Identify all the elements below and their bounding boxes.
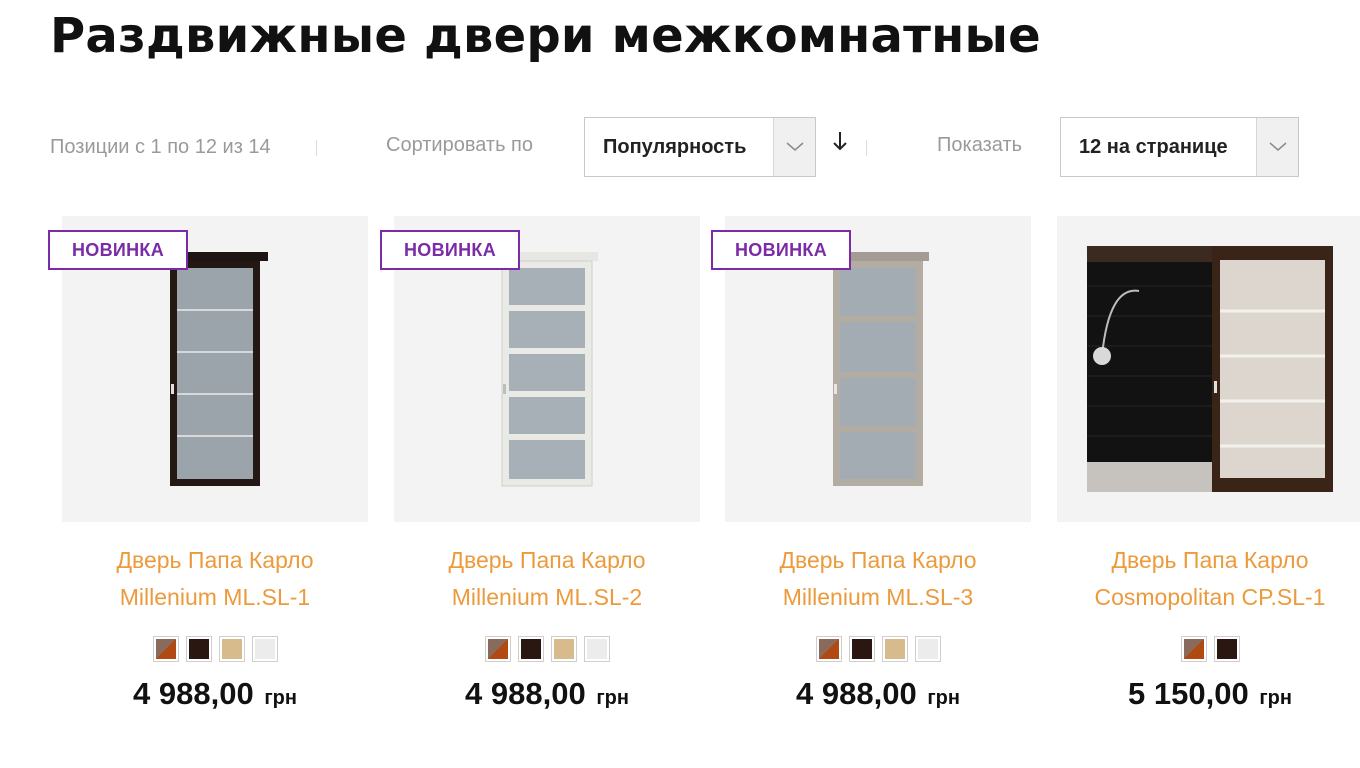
- product-name-line1[interactable]: Дверь Папа Карло: [116, 547, 313, 573]
- color-swatches: [725, 636, 1031, 662]
- product-name-line1[interactable]: Дверь Папа Карло: [1111, 547, 1308, 573]
- product-name-line2[interactable]: Millenium ML.SL-2: [452, 584, 642, 610]
- product-name[interactable]: Дверь Папа Карло Millenium ML.SL-3: [725, 542, 1031, 616]
- new-badge: НОВИНКА: [711, 230, 852, 270]
- sort-select-value: Популярность: [603, 135, 747, 158]
- swatch-white[interactable]: [583, 636, 610, 662]
- swatch-wenge[interactable]: [517, 636, 544, 662]
- color-swatches: [62, 636, 368, 662]
- divider: [316, 140, 317, 156]
- chevron-down-icon[interactable]: [1256, 118, 1298, 176]
- price-currency: грн: [264, 687, 297, 709]
- sort-select[interactable]: Популярность: [584, 117, 816, 177]
- price-value: 4 988,00: [133, 676, 254, 711]
- product-name-line1[interactable]: Дверь Папа Карло: [779, 547, 976, 573]
- new-badge: НОВИНКА: [48, 230, 189, 270]
- swatch-white[interactable]: [251, 636, 278, 662]
- product-name[interactable]: Дверь Папа Карло Millenium ML.SL-2: [394, 542, 700, 616]
- swatch-oak[interactable]: [881, 636, 908, 662]
- price-value: 5 150,00: [1128, 676, 1249, 711]
- new-badge: НОВИНКА: [380, 230, 521, 270]
- swatch-oak[interactable]: [550, 636, 577, 662]
- limit-select-value: 12 на странице: [1079, 135, 1228, 158]
- product-name[interactable]: Дверь Папа Карло Cosmopolitan CP.SL-1: [1057, 542, 1360, 616]
- swatch-walnut[interactable]: [815, 636, 842, 662]
- price-currency: грн: [927, 687, 960, 709]
- product-price: 4 988,00 грн: [394, 676, 700, 712]
- price-currency: грн: [1259, 687, 1292, 709]
- product-name-line2[interactable]: Millenium ML.SL-3: [783, 584, 973, 610]
- price-value: 4 988,00: [796, 676, 917, 711]
- color-swatches: [1057, 636, 1360, 662]
- limit-select[interactable]: 12 на странице: [1060, 117, 1299, 177]
- color-swatches: [394, 636, 700, 662]
- swatch-walnut[interactable]: [152, 636, 179, 662]
- sort-label: Сортировать по: [386, 134, 534, 156]
- swatch-walnut[interactable]: [484, 636, 511, 662]
- page-title: Раздвижные двери межкомнатные: [50, 8, 1041, 64]
- catalog-toolbar: Позиции с 1 по 12 из 14 Сортировать по П…: [0, 116, 1360, 178]
- price-value: 4 988,00: [465, 676, 586, 711]
- product-name-line1[interactable]: Дверь Папа Карло: [448, 547, 645, 573]
- swatch-oak[interactable]: [218, 636, 245, 662]
- limit-label: Показать: [937, 134, 1023, 156]
- chevron-down-icon[interactable]: [773, 118, 815, 176]
- product-price: 5 150,00 грн: [1057, 676, 1360, 712]
- swatch-wenge[interactable]: [848, 636, 875, 662]
- product-name-line2[interactable]: Cosmopolitan CP.SL-1: [1095, 584, 1326, 610]
- product-image[interactable]: [1057, 216, 1360, 522]
- items-count: Позиции с 1 по 12 из 14: [50, 136, 271, 158]
- swatch-white[interactable]: [914, 636, 941, 662]
- product-price: 4 988,00 грн: [725, 676, 1031, 712]
- swatch-wenge[interactable]: [185, 636, 212, 662]
- product-name[interactable]: Дверь Папа Карло Millenium ML.SL-1: [62, 542, 368, 616]
- arrow-down-icon[interactable]: [832, 130, 848, 159]
- swatch-walnut[interactable]: [1180, 636, 1207, 662]
- swatch-wenge[interactable]: [1213, 636, 1240, 662]
- price-currency: грн: [596, 687, 629, 709]
- product-price: 4 988,00 грн: [62, 676, 368, 712]
- divider: [866, 140, 867, 156]
- product-name-line2[interactable]: Millenium ML.SL-1: [120, 584, 310, 610]
